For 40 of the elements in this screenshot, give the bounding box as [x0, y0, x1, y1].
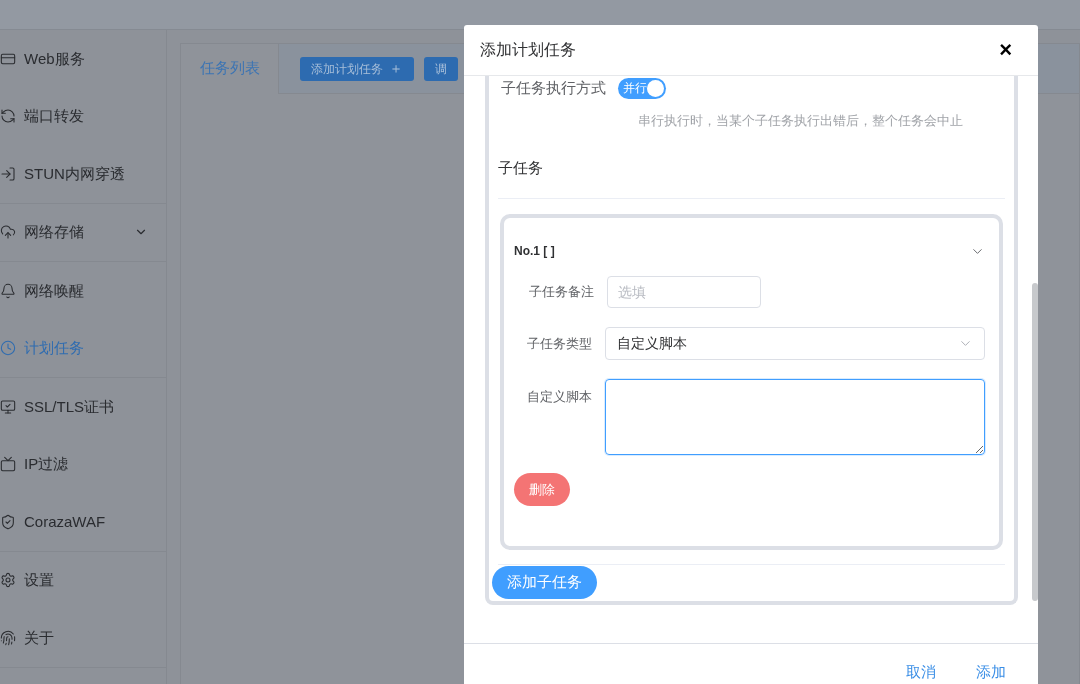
- delete-button[interactable]: 删除: [514, 473, 570, 506]
- field-label: 自定义脚本: [525, 388, 592, 406]
- sidebar-item[interactable]: STUN内网穿透: [0, 145, 166, 203]
- scrollbar-thumb[interactable]: [1032, 283, 1038, 601]
- sidebar-item[interactable]: 关于: [0, 609, 166, 667]
- clock-icon: [0, 340, 16, 357]
- toggle-switch[interactable]: 并行: [618, 77, 666, 99]
- screen-icon: [0, 456, 16, 473]
- field-label: 子任务执行方式: [501, 77, 606, 98]
- confirm-button[interactable]: 添加: [970, 661, 1012, 684]
- monitor-icon: [0, 398, 16, 415]
- shield-icon: [0, 513, 16, 530]
- field-label: 子任务备注: [528, 283, 594, 302]
- fingerprint-icon: [0, 629, 16, 646]
- login-icon: [0, 165, 16, 182]
- input-field[interactable]: 选填: [607, 276, 761, 308]
- sidebar-item[interactable]: 设置: [0, 551, 166, 609]
- sidebar-item[interactable]: CorazaWAF: [0, 493, 166, 551]
- hint-text: 串行执行时，当某个子任务执行出错后，整个任务会中止: [637, 112, 964, 130]
- sidebar-item[interactable]: IP过滤: [0, 435, 166, 493]
- toolbar-button[interactable]: 调: [424, 56, 458, 81]
- section-title: 子任务: [498, 157, 544, 178]
- settings-icon: [0, 572, 16, 589]
- sidebar-item[interactable]: SSL/TLS证书: [0, 378, 166, 436]
- select-field[interactable]: 自定义脚本: [604, 327, 985, 360]
- dialog-title: 添加计划任务: [480, 40, 576, 60]
- cancel-button[interactable]: 取消: [900, 661, 942, 684]
- field-label: 子任务类型: [525, 334, 592, 353]
- toolbar-button[interactable]: 添加计划任务 ＋: [300, 56, 414, 81]
- cloud-icon: [0, 224, 16, 241]
- subtask-title: No.1 [ ]: [514, 243, 555, 260]
- sidebar-item[interactable]: 网络唤醒: [0, 262, 166, 320]
- add-subtask-button[interactable]: 添加子任务: [492, 566, 597, 599]
- refresh-icon: [0, 108, 16, 125]
- bell-icon: [0, 282, 16, 299]
- sidebar-item[interactable]: Web服务: [0, 30, 166, 88]
- sidebar-item[interactable]: 端口转发: [0, 87, 166, 145]
- textarea-field[interactable]: [604, 379, 985, 455]
- close-button[interactable]: ×: [999, 39, 1012, 61]
- sidebar-item[interactable]: 网络存储: [0, 203, 166, 261]
